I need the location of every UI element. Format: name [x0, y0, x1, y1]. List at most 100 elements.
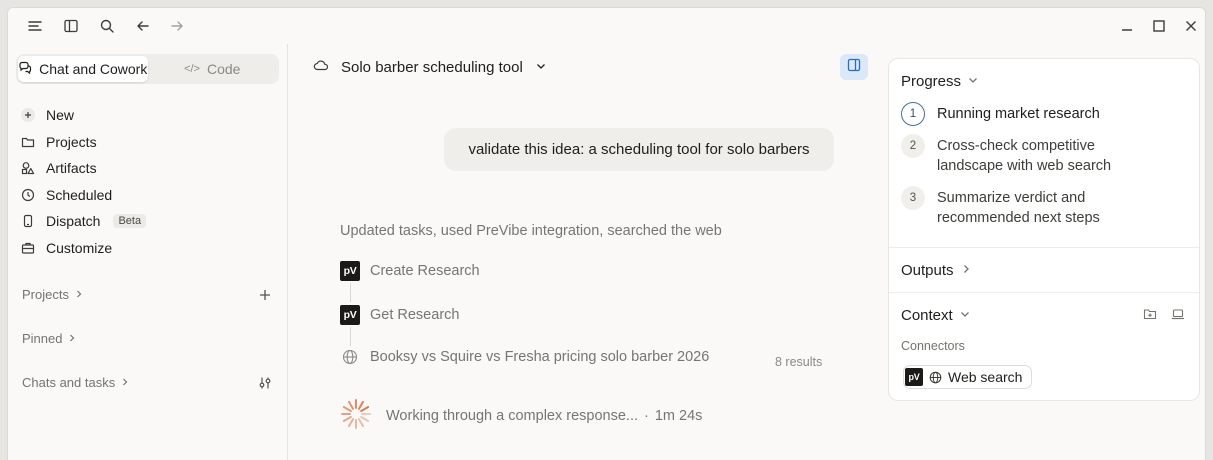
app-window: Chat and Cowork </> Code New Projects Ar…	[7, 7, 1206, 460]
beta-badge: Beta	[113, 214, 147, 228]
web-search-step[interactable]: Booksy vs Squire vs Fresha pricing solo …	[340, 349, 709, 365]
sidebar-item-dispatch[interactable]: Dispatch Beta	[20, 210, 147, 232]
divider	[889, 292, 1199, 293]
tab-code[interactable]: </> Code	[148, 56, 278, 82]
step-number: 2	[901, 134, 925, 158]
mode-switcher: Chat and Cowork </> Code	[16, 54, 279, 84]
elapsed-time: 1m 24s	[654, 408, 703, 424]
step-number: 1	[901, 102, 925, 126]
divider	[889, 247, 1199, 248]
sidebar-item-projects[interactable]: Projects	[20, 131, 97, 153]
cloud-icon	[313, 58, 329, 76]
sidebar-item-label: Customize	[46, 240, 113, 256]
status-row: Working through a complex response... · …	[340, 398, 702, 434]
tool-step-get-research[interactable]: pV Get Research	[340, 305, 459, 325]
sidebar: Chat and Cowork </> Code New Projects Ar…	[8, 44, 288, 460]
section-chats-and-tasks[interactable]: Chats and tasks	[22, 375, 130, 390]
close-icon[interactable]	[1179, 14, 1203, 38]
code-icon: </>	[184, 63, 200, 75]
section-projects[interactable]: Projects	[22, 287, 84, 302]
page-title: Solo barber scheduling tool	[341, 58, 523, 76]
progress-step: 1 Running market research	[901, 102, 1100, 126]
web-search-connector-chip[interactable]: pV Web search	[903, 365, 1033, 389]
section-label: Projects	[22, 287, 69, 302]
sidebar-item-label: Scheduled	[46, 187, 113, 203]
menu-icon[interactable]	[23, 14, 47, 38]
plus-circle-icon	[20, 107, 36, 123]
globe-icon	[929, 371, 942, 384]
phone-icon	[20, 213, 36, 229]
activity-summary[interactable]: Updated tasks, used PreVibe integration,…	[340, 223, 722, 239]
step-number: 3	[901, 186, 925, 210]
clock-icon	[20, 187, 36, 203]
sidebar-item-label: New	[46, 107, 75, 123]
forward-arrow-icon[interactable]	[165, 14, 189, 38]
sidebar-item-label: Artifacts	[46, 160, 97, 176]
chevron-down-icon	[959, 307, 971, 324]
user-message-text: validate this idea: a scheduling tool fo…	[468, 141, 810, 158]
previbe-logo-icon: pV	[340, 261, 360, 281]
chip-label: Web search	[948, 369, 1023, 385]
status-separator: ·	[644, 408, 649, 424]
laptop-icon[interactable]	[1171, 307, 1185, 326]
title-bar	[8, 8, 1205, 44]
connectors-label: Connectors	[901, 339, 965, 353]
maximize-icon[interactable]	[1147, 14, 1171, 38]
step-text: Summarize verdict and	[937, 190, 1086, 206]
chevron-right-icon	[960, 262, 972, 279]
spinner-icon	[340, 398, 372, 434]
outputs-title: Outputs	[901, 262, 954, 279]
briefcase-icon	[20, 240, 36, 256]
back-arrow-icon[interactable]	[131, 14, 155, 38]
step-connector	[350, 283, 351, 302]
progress-panel: Progress 1 Running market research 2 Cro…	[888, 58, 1200, 401]
step-text: Running market research	[937, 106, 1100, 122]
tool-step-create-research[interactable]: pV Create Research	[340, 261, 480, 281]
progress-step: 3 Summarize verdict and recommended next…	[901, 186, 1100, 228]
sidebar-item-label: Projects	[46, 134, 97, 150]
progress-title: Progress	[901, 73, 962, 90]
section-label: Chats and tasks	[22, 375, 116, 390]
section-pinned[interactable]: Pinned	[22, 331, 77, 346]
context-title: Context	[901, 307, 953, 324]
sidebar-toggle-icon[interactable]	[59, 14, 83, 38]
chevron-down-icon	[967, 73, 979, 90]
sidebar-item-new[interactable]: New	[20, 104, 74, 126]
tool-step-label: Create Research	[370, 263, 480, 279]
outputs-header[interactable]: Outputs	[901, 262, 972, 279]
step-text: landscape with web search	[937, 158, 1112, 174]
panel-toggle-button[interactable]	[840, 54, 868, 80]
chat-main: Solo barber scheduling tool validate thi…	[289, 44, 1205, 460]
context-header[interactable]: Context	[901, 307, 971, 324]
sidebar-item-customize[interactable]: Customize	[20, 237, 112, 259]
step-connector	[350, 327, 351, 346]
filter-icon[interactable]	[256, 374, 274, 392]
chevron-right-icon	[120, 375, 130, 390]
tab-label: Chat and Cowork	[39, 61, 148, 77]
tool-step-label: Get Research	[370, 307, 460, 323]
sidebar-item-artifacts[interactable]: Artifacts	[20, 157, 97, 179]
chat-icon	[18, 61, 32, 78]
plus-icon[interactable]	[256, 286, 274, 304]
folder-add-icon[interactable]	[1143, 307, 1157, 326]
conversation-title[interactable]: Solo barber scheduling tool	[313, 58, 547, 76]
previbe-logo-icon: pV	[905, 368, 923, 386]
sidebar-item-scheduled[interactable]: Scheduled	[20, 184, 112, 206]
tab-label: Code	[206, 61, 241, 77]
folder-icon	[20, 134, 36, 150]
step-text: recommended next steps	[937, 210, 1100, 226]
tab-chat-and-cowork[interactable]: Chat and Cowork	[18, 56, 148, 82]
minimize-icon[interactable]	[1115, 14, 1139, 38]
chevron-right-icon	[74, 287, 84, 302]
search-icon[interactable]	[95, 14, 119, 38]
progress-header[interactable]: Progress	[901, 73, 979, 90]
shapes-icon	[20, 160, 36, 176]
globe-icon	[340, 349, 360, 365]
step-text: Cross-check competitive	[937, 138, 1095, 154]
chevron-down-icon	[535, 59, 547, 76]
chevron-right-icon	[67, 331, 77, 346]
progress-step: 2 Cross-check competitive landscape with…	[901, 134, 1111, 176]
status-text: Working through a complex response...	[386, 408, 639, 424]
section-label: Pinned	[22, 331, 63, 346]
panel-icon	[847, 58, 861, 77]
